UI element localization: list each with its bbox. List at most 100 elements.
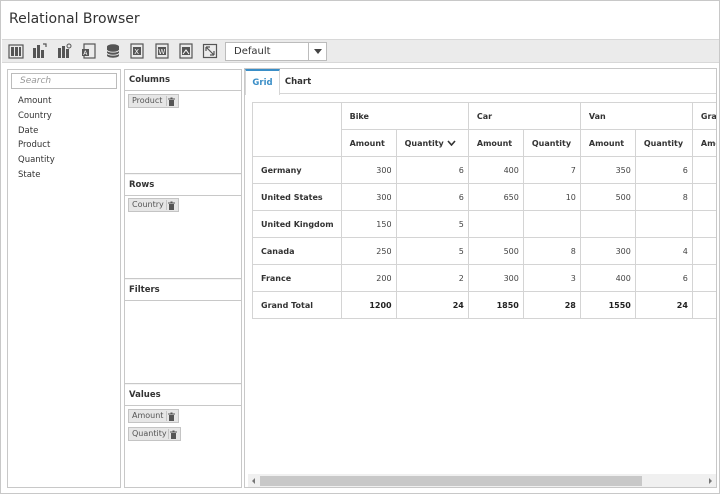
word-export-icon[interactable]: W <box>154 43 170 59</box>
product-header[interactable]: Car <box>467 102 581 130</box>
scroll-right-icon[interactable] <box>705 476 715 486</box>
value-cell[interactable]: 200 <box>340 264 397 292</box>
scroll-left-icon[interactable] <box>249 476 259 486</box>
value-cell[interactable]: 650 <box>467 183 524 211</box>
report-select[interactable]: Default <box>225 42 327 61</box>
value-cell[interactable]: 3 <box>522 264 581 292</box>
measure-header[interactable]: Quantity <box>634 129 693 157</box>
report-select-value: Default <box>234 46 271 57</box>
database-icon[interactable] <box>105 43 121 59</box>
value-cell[interactable]: 300 <box>340 183 397 211</box>
value-cell[interactable]: 5 <box>395 237 469 265</box>
value-cell[interactable]: 400 <box>467 156 524 184</box>
value-cell[interactable]: 300 <box>579 237 636 265</box>
row-header[interactable]: Grand Total <box>252 291 342 319</box>
value-cell[interactable]: 1 <box>691 156 716 184</box>
value-cell[interactable]: 6 <box>395 156 469 184</box>
trash-icon[interactable] <box>167 97 176 106</box>
product-header[interactable]: Van <box>579 102 693 130</box>
formatting-icon[interactable] <box>56 43 72 59</box>
field-item[interactable]: Quantity <box>18 153 55 168</box>
values-area-header: Values <box>125 385 241 406</box>
value-cell[interactable]: 24 <box>395 291 469 319</box>
chart-icon[interactable] <box>31 43 47 59</box>
measure-header[interactable]: Amount <box>340 129 397 157</box>
values-field-pill[interactable]: Quantity <box>128 427 181 441</box>
value-cell[interactable]: 350 <box>579 156 636 184</box>
rows-field-pill[interactable]: Country <box>128 198 179 212</box>
value-cell[interactable]: 1550 <box>579 291 636 319</box>
table-row: Grand Total1200241850281550244 <box>252 291 716 319</box>
value-cell[interactable] <box>691 264 716 292</box>
value-cell[interactable]: 500 <box>467 237 524 265</box>
value-cell[interactable]: 5 <box>395 210 469 238</box>
tab-chart[interactable]: Chart <box>280 69 316 94</box>
value-cell[interactable]: 300 <box>340 156 397 184</box>
row-header[interactable]: United States <box>252 183 342 211</box>
field-item[interactable]: Amount <box>18 94 55 109</box>
value-cell[interactable]: 300 <box>467 264 524 292</box>
columns-field-pill[interactable]: Product <box>128 94 179 108</box>
chevron-down-icon[interactable] <box>308 43 326 60</box>
value-cell[interactable]: 400 <box>579 264 636 292</box>
value-cell[interactable]: 250 <box>340 237 397 265</box>
row-header[interactable]: United Kingdom <box>252 210 342 238</box>
excel-export-icon[interactable]: X <box>129 43 145 59</box>
table-row: Germany3006400735061 <box>252 156 716 184</box>
product-header[interactable]: Bike <box>340 102 469 130</box>
value-cell[interactable]: 4 <box>691 291 716 319</box>
product-header[interactable]: Gran <box>691 102 716 130</box>
tab-grid[interactable]: Grid <box>245 69 280 95</box>
value-cell[interactable] <box>579 210 636 238</box>
value-cell[interactable] <box>467 210 524 238</box>
sort-descending-icon[interactable] <box>447 139 456 148</box>
value-cell[interactable]: 1 <box>691 237 716 265</box>
horizontal-scrollbar[interactable] <box>248 474 716 487</box>
value-cell[interactable] <box>522 210 581 238</box>
row-header[interactable]: Germany <box>252 156 342 184</box>
measure-header[interactable]: Amou <box>691 129 716 157</box>
value-cell[interactable]: 10 <box>522 183 581 211</box>
field-item[interactable]: State <box>18 168 55 183</box>
value-cell[interactable]: 1200 <box>340 291 397 319</box>
value-cell[interactable]: 24 <box>634 291 693 319</box>
value-cell[interactable]: 6 <box>395 183 469 211</box>
trash-icon[interactable] <box>167 412 176 421</box>
measure-header[interactable]: Amount <box>467 129 524 157</box>
value-cell[interactable]: 6 <box>634 156 693 184</box>
table-row: United Kingdom 150 5 <box>252 210 716 238</box>
value-cell[interactable] <box>691 210 716 238</box>
pdf-export-icon[interactable] <box>178 43 194 59</box>
measure-header[interactable]: Quantity <box>395 129 469 157</box>
value-cell[interactable]: 150 <box>340 210 397 238</box>
field-item[interactable]: Product <box>18 138 55 153</box>
value-cell[interactable]: 8 <box>522 237 581 265</box>
measure-header-label: Quantity <box>643 138 684 148</box>
measure-header[interactable]: Amount <box>579 129 636 157</box>
value-cell[interactable]: 6 <box>634 264 693 292</box>
scrollbar-thumb[interactable] <box>260 476 642 486</box>
field-item[interactable]: Date <box>18 124 55 139</box>
values-field-pill[interactable]: Amount <box>128 409 179 423</box>
value-cell[interactable]: 1 <box>691 183 716 211</box>
measure-header[interactable]: Quantity <box>522 129 581 157</box>
value-cell[interactable]: 7 <box>522 156 581 184</box>
grid-icon[interactable] <box>8 43 24 59</box>
value-cell[interactable]: 8 <box>634 183 693 211</box>
row-header[interactable]: Canada <box>252 237 342 265</box>
app-window: Relational Browser A X W Default Search … <box>0 0 720 494</box>
value-cell[interactable]: 1850 <box>467 291 524 319</box>
value-cell[interactable]: 4 <box>634 237 693 265</box>
conditional-formatting-icon[interactable]: A <box>81 43 97 59</box>
value-cell[interactable]: 28 <box>522 291 581 319</box>
pivot-areas-panel: Columns Product Rows Country Filters Val… <box>124 69 242 488</box>
field-search-input[interactable]: Search <box>11 73 117 89</box>
value-cell[interactable]: 500 <box>579 183 636 211</box>
trash-icon[interactable] <box>169 430 178 439</box>
row-header[interactable]: France <box>252 264 342 292</box>
value-cell[interactable]: 2 <box>395 264 469 292</box>
trash-icon[interactable] <box>167 201 176 210</box>
value-cell[interactable] <box>634 210 693 238</box>
full-screen-icon[interactable] <box>202 43 218 59</box>
field-item[interactable]: Country <box>18 109 55 124</box>
